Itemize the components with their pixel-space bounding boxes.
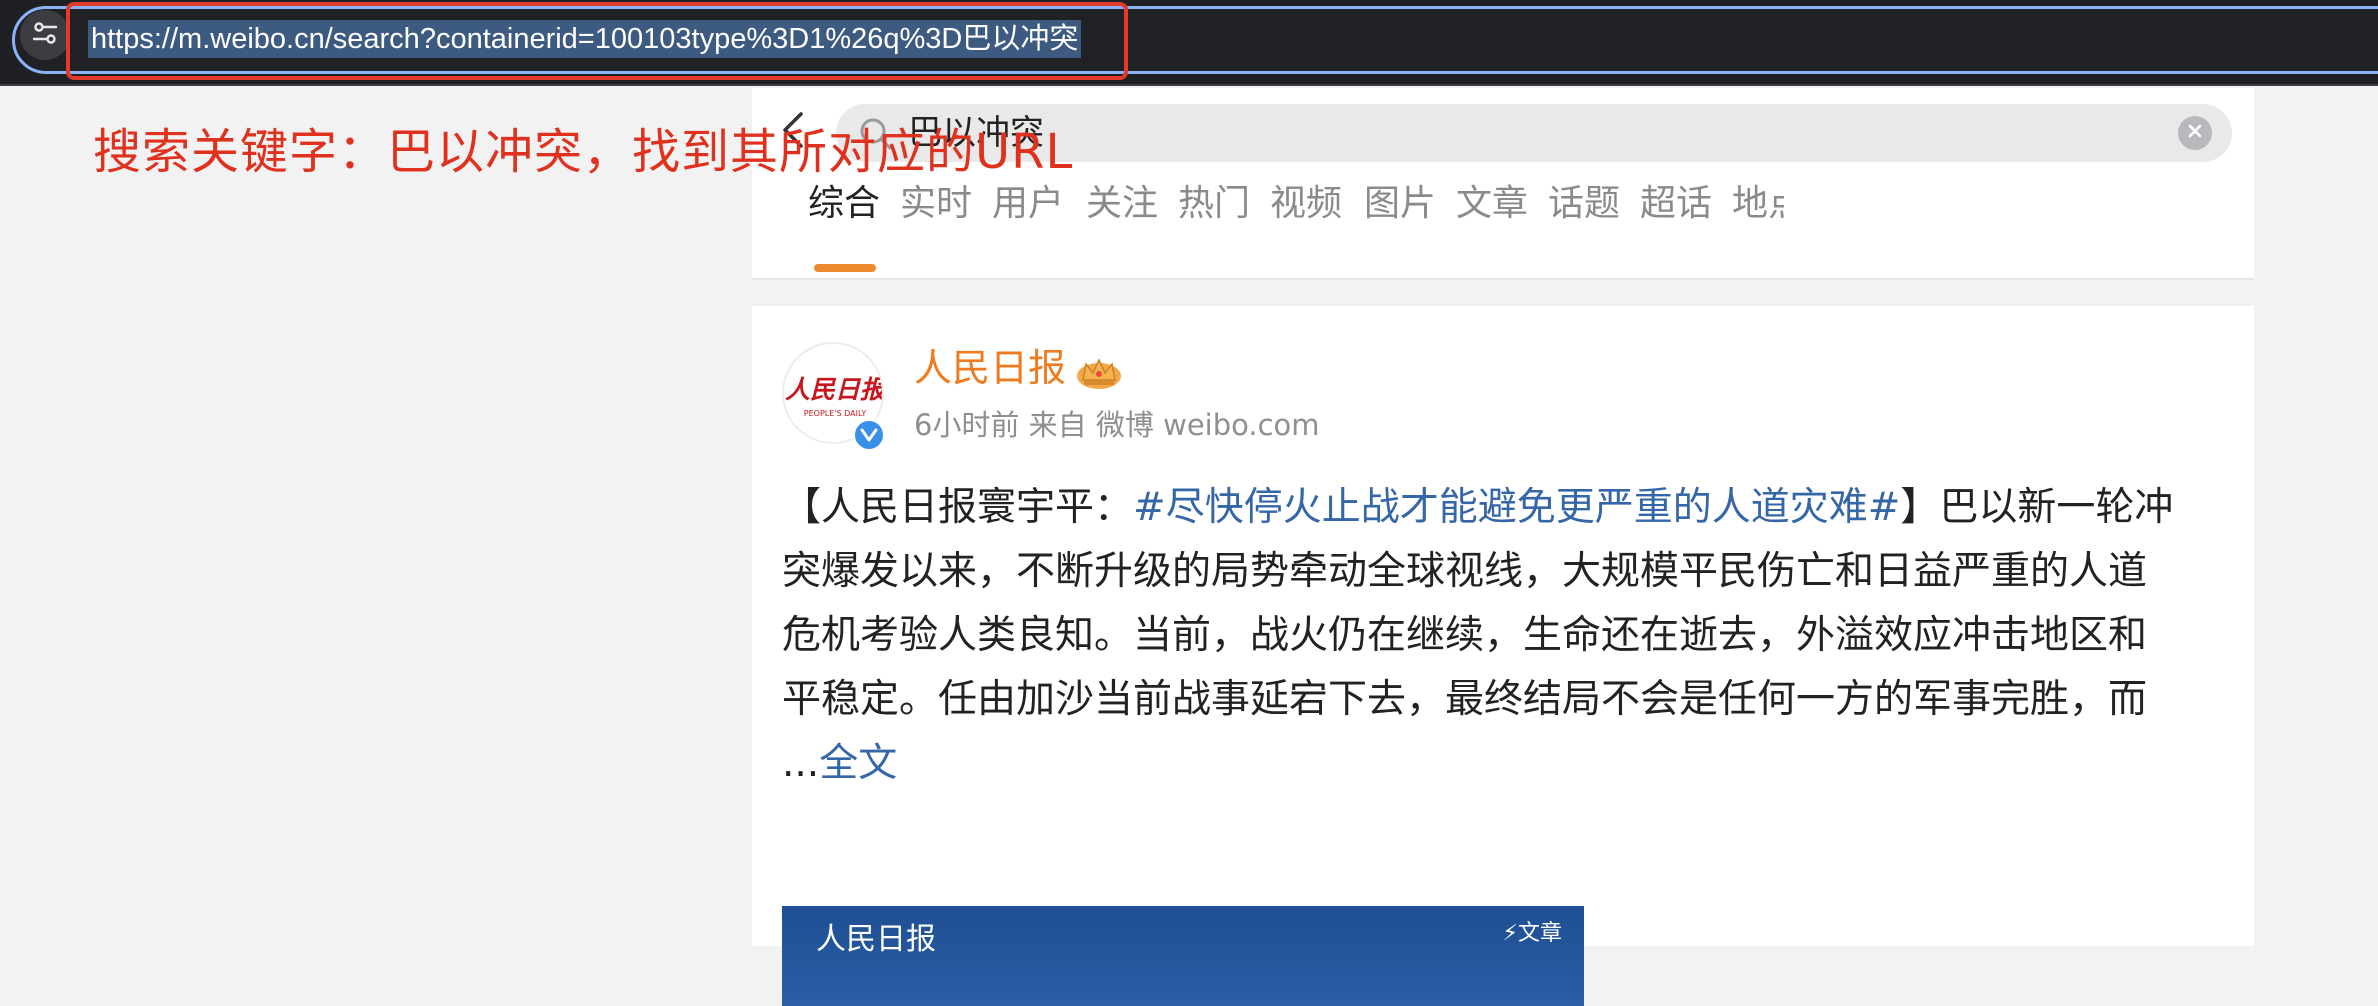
- article-badge: ⚡文章: [1503, 918, 1562, 950]
- article-badge-label: 文章: [1517, 921, 1562, 946]
- article-thumbnail[interactable]: 人民日报 ⚡文章: [782, 906, 1584, 1006]
- read-more-link[interactable]: 全文: [819, 741, 897, 786]
- tab-topics[interactable]: 话题: [1548, 182, 1620, 226]
- thumbnail-source: 人民日报: [816, 922, 936, 957]
- tab-places[interactable]: 地点: [1732, 182, 1784, 226]
- tab-video[interactable]: 视频: [1270, 182, 1342, 226]
- tab-comprehensive[interactable]: 综合: [808, 182, 880, 226]
- tune-icon: [32, 20, 58, 50]
- close-icon: [2187, 123, 2203, 143]
- logo-title: 人民日报: [785, 375, 884, 404]
- post-text-body: 】巴以新一轮冲突爆发以来，不断升级的局势牵动全球视线，大规模平民伤亡和日益严重的…: [782, 485, 2174, 786]
- tab-images[interactable]: 图片: [1364, 182, 1436, 226]
- post-content: 【人民日报寰宇平：#尽快停火止战才能避免更严重的人道灾难#】巴以新一轮冲突爆发以…: [782, 476, 2182, 796]
- verified-badge-icon: [852, 418, 886, 452]
- post-text-prefix: 【人民日报寰宇平：: [782, 485, 1134, 530]
- tab-articles[interactable]: 文章: [1456, 182, 1528, 226]
- weibo-search-page: 巴以冲突 综合 实时 用户 关注 热门 视频 图片 文章 话题 超话 地点: [752, 88, 2254, 1006]
- tab-realtime[interactable]: 实时: [900, 182, 972, 226]
- active-tab-indicator: [814, 264, 876, 272]
- post-author[interactable]: 人民日报: [914, 344, 1066, 392]
- tab-hot[interactable]: 热门: [1178, 182, 1250, 226]
- clear-search-button[interactable]: [2178, 116, 2212, 150]
- crown-icon: [1072, 352, 1126, 392]
- logo-subtitle: PEOPLE'S DAILY: [804, 409, 867, 418]
- lightning-icon: ⚡: [1502, 921, 1518, 946]
- hashtag-link[interactable]: #尽快停火止战才能避免更严重的人道灾难#: [1133, 485, 1900, 530]
- post-meta: 6小时前 来自 微博 weibo.com: [914, 408, 1320, 442]
- annotation-text: 搜索关键字：巴以冲突，找到其所对应的URL: [93, 124, 1074, 180]
- tab-super-topics[interactable]: 超话: [1640, 182, 1712, 226]
- url-text[interactable]: https://m.weibo.cn/search?containerid=10…: [88, 20, 1082, 58]
- post-card[interactable]: 人民日报 PEOPLE'S DAILY 人民日报 6小时前 来自 微博 weib…: [752, 306, 2254, 1006]
- tab-following[interactable]: 关注: [1086, 182, 1158, 226]
- browser-toolbar: https://m.weibo.cn/search?containerid=10…: [0, 0, 2378, 86]
- site-info-button[interactable]: [20, 10, 70, 60]
- tab-users[interactable]: 用户: [992, 182, 1064, 226]
